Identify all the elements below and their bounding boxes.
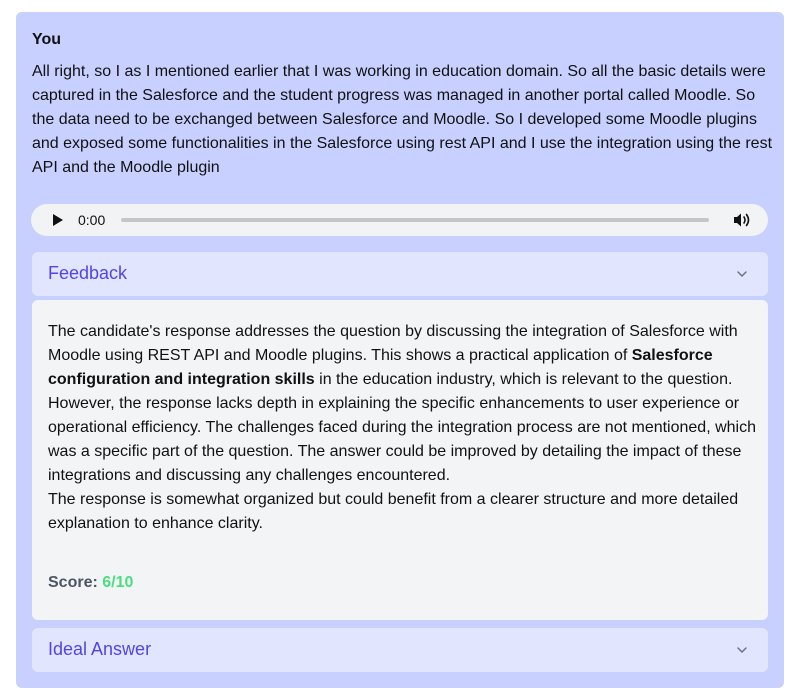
chevron-down-icon (737, 647, 747, 653)
feedback-text: The candidate's response addresses the q… (48, 320, 758, 536)
answer-transcript: All right, so I as I mentioned earlier t… (32, 63, 773, 176)
ideal-answer-accordion-header[interactable]: Ideal Answer (32, 628, 768, 672)
volume-icon[interactable] (733, 212, 751, 228)
feedback-text-para2: The response is somewhat organized but c… (48, 491, 739, 532)
play-icon[interactable] (53, 214, 63, 226)
score-value: 6/10 (102, 574, 134, 591)
feedback-accordion-header[interactable]: Feedback (32, 252, 768, 296)
score-label: Score: (48, 574, 103, 591)
ideal-answer-title: Ideal Answer (48, 639, 152, 659)
audio-player[interactable]: 0:00 (31, 204, 768, 236)
feedback-panel: The candidate's response addresses the q… (32, 300, 768, 620)
answer-card: You All right, so I as I mentioned earli… (16, 12, 784, 688)
score: Score: 6/10 (48, 574, 133, 592)
speaker-label: You (32, 31, 62, 48)
audio-time: 0:00 (78, 212, 106, 228)
feedback-title: Feedback (48, 263, 128, 283)
chevron-down-icon (737, 271, 747, 277)
audio-seek-bar[interactable] (121, 218, 709, 222)
